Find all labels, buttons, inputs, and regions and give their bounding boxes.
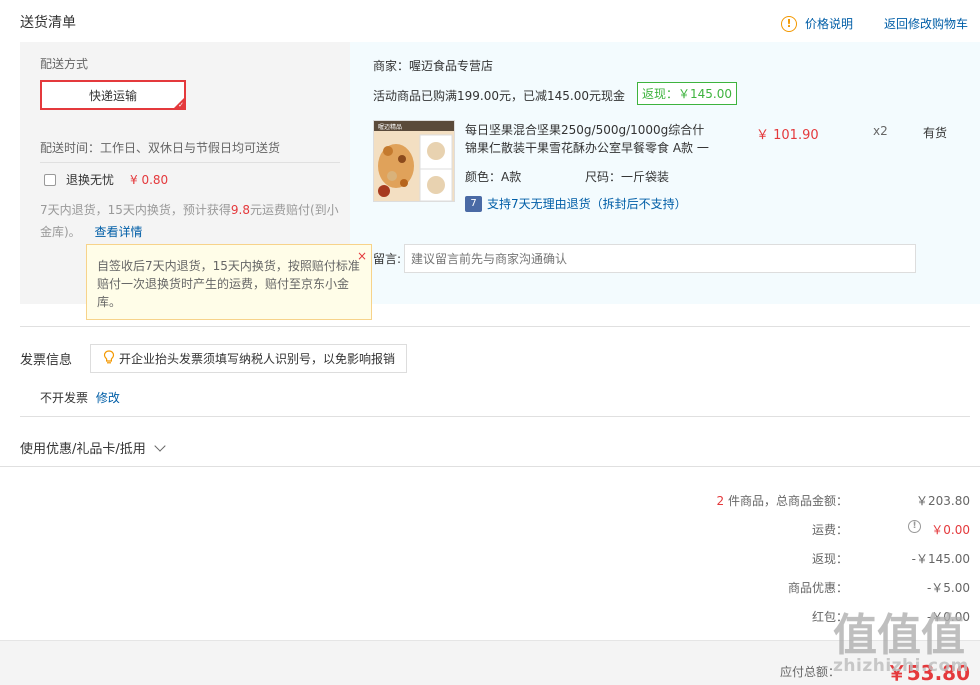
watermark-text: zhizhizhi.com — [833, 656, 969, 676]
return-note: 7天内退货，15天内换货，预计获得9.8元运费赔付(到小金库)。 查看详情 — [40, 199, 340, 243]
divider — [20, 326, 970, 327]
return-option: 退换无忧 ¥ 0.80 — [44, 171, 168, 188]
watermark-logo-text: 值值值 — [833, 610, 965, 660]
return-note-prefix: 7天内退货，15天内换货，预计获得 — [40, 203, 231, 217]
rebate-badge: 返现：￥145.00 — [637, 82, 737, 105]
info-icon: ! — [781, 15, 797, 32]
promo-text: 活动商品已购满199.00元，已减145.00元现金 — [373, 89, 625, 103]
return-tooltip: 自签收后7天内退货，15天内换货，按照赔付标准赔付一次退换货时产生的运费，赔付至… — [86, 244, 372, 320]
details-link[interactable]: 查看详情 — [95, 225, 143, 239]
merchant-name: 商家：喔迈食品专营店 — [373, 59, 494, 73]
shipping-label: 配送方式 — [40, 57, 89, 71]
rebate-value: -￥145.00 — [911, 552, 970, 566]
divider — [40, 162, 340, 163]
shipping-time: 配送时间：工作日、双休日与节假日均可送货 — [40, 141, 281, 155]
check-icon: ✓ — [178, 101, 184, 109]
return-policy[interactable]: 7 支持7天无理由退货（拆封后不支持） — [465, 195, 687, 212]
watermark: 值值值 zhizhizhi.com — [823, 600, 973, 685]
invoice-title: 发票信息 — [20, 353, 73, 368]
invoice-value: 不开发票 修改 — [40, 389, 120, 406]
divider — [20, 416, 970, 417]
invoice-tip-text: 开企业抬头发票须填写纳税人识别号，以免影响报销 — [119, 352, 396, 366]
shipping-method-label: 快递运输 — [88, 88, 137, 103]
items-total-value: ￥203.80 — [916, 494, 970, 508]
return-option-checkbox[interactable] — [44, 173, 56, 186]
watermark-logo: 值值值 — [833, 610, 965, 661]
divider — [0, 466, 980, 467]
invoice-value-text: 不开发票 — [40, 391, 89, 405]
product-image[interactable]: 喔迈精品 — [373, 120, 455, 202]
coupon-label: 使用优惠/礼品卡/抵用 — [20, 442, 146, 457]
items-total-label: 2 件商品，总商品金额： — [648, 492, 848, 509]
price-note-link[interactable]: ! 价格说明 — [781, 15, 853, 32]
message-label: 留言: — [373, 252, 402, 266]
product-color: 颜色：A款 — [465, 170, 522, 184]
product-price: ￥ 101.90 — [756, 128, 819, 143]
price-note-label: 价格说明 — [805, 17, 854, 31]
product-quantity: x2 — [873, 124, 888, 138]
return-option-label: 退换无忧 — [66, 173, 115, 187]
shipping-method-button[interactable]: 快递运输 ✓ — [40, 80, 186, 110]
redpacket-label: 红包： — [811, 610, 848, 624]
message-input[interactable] — [404, 244, 916, 273]
chevron-down-icon — [154, 439, 166, 452]
seven-day-return-icon: 7 — [465, 195, 482, 212]
invoice-tip: 开企业抬头发票须填写纳税人识别号，以免影响报销 — [90, 344, 407, 373]
page-title: 送货清单 — [20, 15, 76, 31]
rebate-label: 返现： — [811, 552, 848, 566]
items-label: 件商品，总商品金额： — [727, 494, 848, 508]
product-size: 尺码：一斤袋装 — [585, 170, 670, 184]
product-stock: 有货 — [923, 126, 948, 140]
return-policy-label: 支持7天无理由退货（拆封后不支持） — [487, 197, 687, 211]
close-icon[interactable]: × — [357, 247, 367, 265]
discount-label: 商品优惠： — [787, 581, 848, 595]
return-note-amount: 9.8 — [230, 203, 250, 217]
return-option-price: ¥ 0.80 — [130, 172, 169, 187]
items-count: 2 — [716, 494, 725, 508]
product-name-link[interactable]: 每日坚果混合坚果250g/500g/1000g综合什锦果仁散装干果雪花酥办公室早… — [465, 121, 710, 157]
lightbulb-icon — [103, 350, 115, 367]
invoice-edit-link[interactable]: 修改 — [96, 391, 120, 405]
brand-logo-text: 喔迈精品 — [378, 123, 402, 131]
shipping-fee-label: 运费： — [811, 523, 848, 537]
tooltip-text: 自签收后7天内退货，15天内换货，按照赔付标准赔付一次退换货时产生的运费，赔付至… — [97, 259, 360, 309]
discount-value: -￥5.00 — [926, 581, 970, 595]
back-to-cart-link[interactable]: 返回修改购物车 — [884, 15, 968, 32]
coupon-toggle[interactable]: 使用优惠/礼品卡/抵用 — [20, 438, 166, 457]
shipping-fee-value: ￥0.00 — [931, 523, 970, 537]
